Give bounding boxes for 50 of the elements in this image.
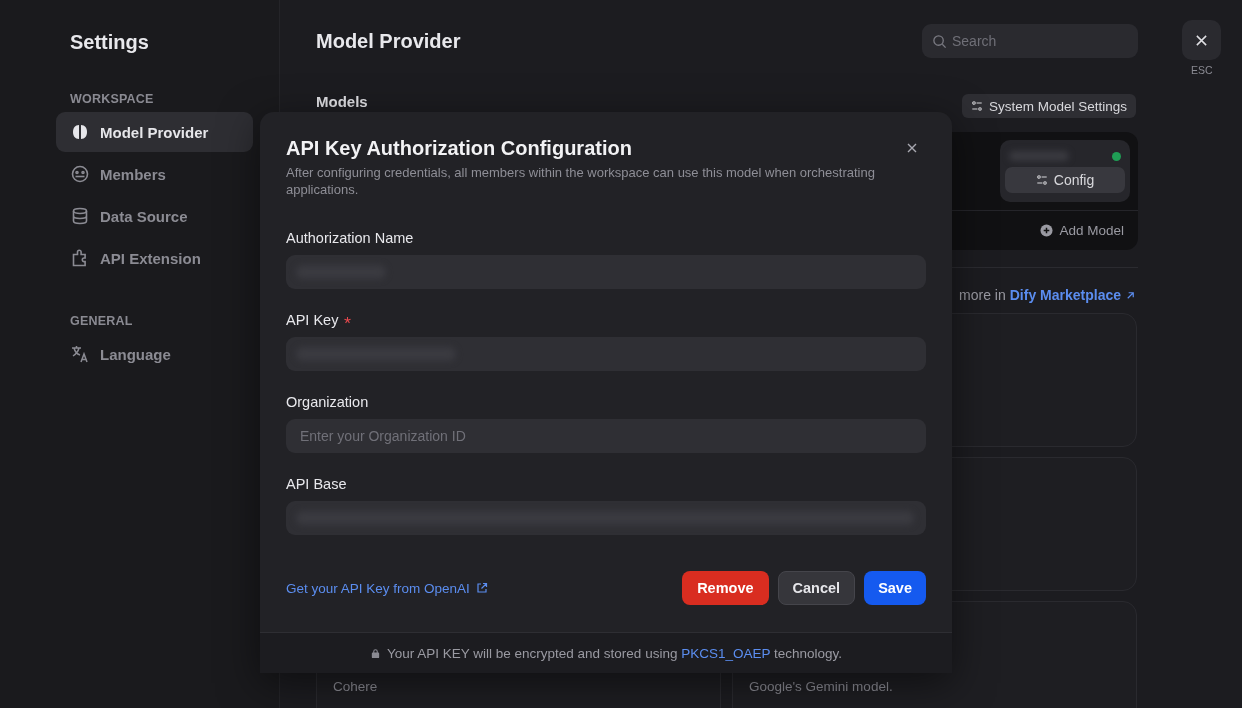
dialog-description: After configuring credentials, all members within the workspace can use this model when orchestrating applications. bbox=[286, 164, 876, 198]
close-icon bbox=[906, 142, 918, 154]
external-link-icon bbox=[475, 582, 488, 594]
system-model-settings-button[interactable]: System Model Settings bbox=[961, 94, 1136, 118]
search-icon bbox=[932, 34, 947, 49]
marketplace-link[interactable]: Dify Marketplace bbox=[1009, 287, 1136, 303]
provider-description: Cohere bbox=[333, 679, 378, 694]
sidebar-item[interactable]: Members bbox=[56, 154, 253, 194]
shortcut-hint: ESC bbox=[1191, 64, 1213, 76]
sidebar-title: Settings bbox=[70, 30, 150, 55]
provider-description: Google's Gemini model. bbox=[749, 679, 893, 694]
close-icon bbox=[1195, 33, 1208, 47]
sidebar-item[interactable]: Model Provider bbox=[56, 112, 253, 152]
face-icon bbox=[70, 164, 90, 184]
lock-icon bbox=[369, 647, 381, 659]
secondary-button[interactable]: Cancel bbox=[777, 571, 856, 605]
sidebar-item[interactable]: API Extension bbox=[56, 238, 253, 278]
sliders-icon bbox=[1035, 174, 1048, 186]
brain-icon bbox=[70, 122, 90, 142]
field-label: API Base bbox=[286, 476, 347, 492]
primary-button[interactable]: Save bbox=[864, 571, 926, 605]
input-field[interactable] bbox=[286, 255, 926, 289]
config-button[interactable]: Config bbox=[1005, 167, 1125, 193]
sliders-icon bbox=[970, 100, 983, 112]
translate-icon bbox=[70, 344, 90, 364]
status-dot bbox=[1112, 151, 1121, 161]
arrow-up-right-icon bbox=[1125, 289, 1136, 301]
encryption-note: Your API KEY will be encrypted and stored using PKCS1_OAEP technology. bbox=[386, 645, 843, 661]
page-title: Model Provider bbox=[316, 29, 461, 53]
input-field[interactable]: Enter your Organization ID bbox=[286, 419, 926, 453]
field-label: Organization bbox=[286, 394, 369, 410]
help-link[interactable]: Get your API Key from OpenAI bbox=[286, 580, 488, 596]
add-model-button[interactable]: Add Model bbox=[1034, 222, 1130, 239]
dialog-title: API Key Authorization Configuration bbox=[286, 136, 632, 160]
section-heading: GENERAL bbox=[70, 314, 134, 328]
pkcs-link[interactable]: PKCS1_OAEP bbox=[681, 645, 771, 661]
sidebar-item[interactable]: Data Source bbox=[56, 196, 253, 236]
search-field[interactable]: Search bbox=[922, 24, 1138, 58]
input-field[interactable] bbox=[286, 337, 926, 371]
marketplace-text: more in bbox=[959, 287, 1006, 303]
section-title: Models bbox=[316, 94, 368, 110]
danger-button[interactable]: Remove bbox=[682, 571, 769, 605]
section-heading: WORKSPACE bbox=[70, 92, 155, 106]
sidebar-item[interactable]: Language bbox=[56, 334, 253, 374]
input-field[interactable] bbox=[286, 501, 926, 535]
field-label: Authorization Name bbox=[286, 230, 414, 246]
close-button[interactable] bbox=[1182, 20, 1221, 60]
database-icon bbox=[70, 206, 90, 226]
plus-circle-icon bbox=[1040, 224, 1054, 237]
field-label: API Key bbox=[286, 312, 339, 328]
